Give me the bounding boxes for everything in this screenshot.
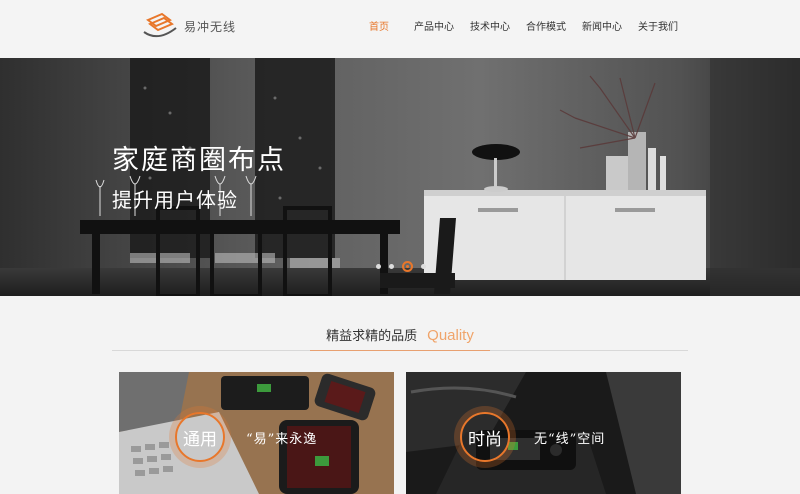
main-nav: 首页 产品中心 技术中心 合作模式 新闻中心 关于我们 [352,0,686,58]
nav-products[interactable]: 产品中心 [406,0,462,58]
card-caption-fashion: 无“线”空间 [534,432,606,447]
nav-technology[interactable]: 技术中心 [462,0,518,58]
section-title-cn: 精益求精的品质 [326,329,418,344]
feature-card-universal[interactable]: 通用 “易”来永逸 [119,372,394,494]
section-heading: 精益求精的品质 Quality [0,325,800,344]
section-divider-accent [310,350,490,351]
site-header: 易冲无线 首页 产品中心 技术中心 合作模式 新闻中心 关于我们 [0,0,800,58]
carousel-dot-active[interactable] [402,261,413,272]
logo-icon [143,12,177,38]
carousel-dot[interactable] [421,264,426,269]
banner-subtitle: 提升用户体验 [112,188,238,212]
brand-logo[interactable]: 易冲无线 [140,6,240,46]
feature-card-fashion[interactable]: 时尚 无“线”空间 [406,372,681,494]
banner-title: 家庭商圈布点 [112,145,286,176]
card-badge-universal: 通用 [175,412,225,462]
card-caption-universal: “易”来永逸 [246,432,318,447]
card-badge-fashion: 时尚 [460,412,510,462]
nav-about[interactable]: 关于我们 [630,0,686,58]
carousel-indicators [372,261,430,272]
nav-news[interactable]: 新闻中心 [574,0,630,58]
carousel-dot[interactable] [389,264,394,269]
nav-cooperation[interactable]: 合作模式 [518,0,574,58]
hero-banner[interactable]: 家庭商圈布点 提升用户体验 [0,58,800,296]
nav-home[interactable]: 首页 [352,0,406,58]
section-title-en: Quality [427,327,474,344]
carousel-dot[interactable] [376,264,381,269]
brand-name: 易冲无线 [184,19,237,34]
